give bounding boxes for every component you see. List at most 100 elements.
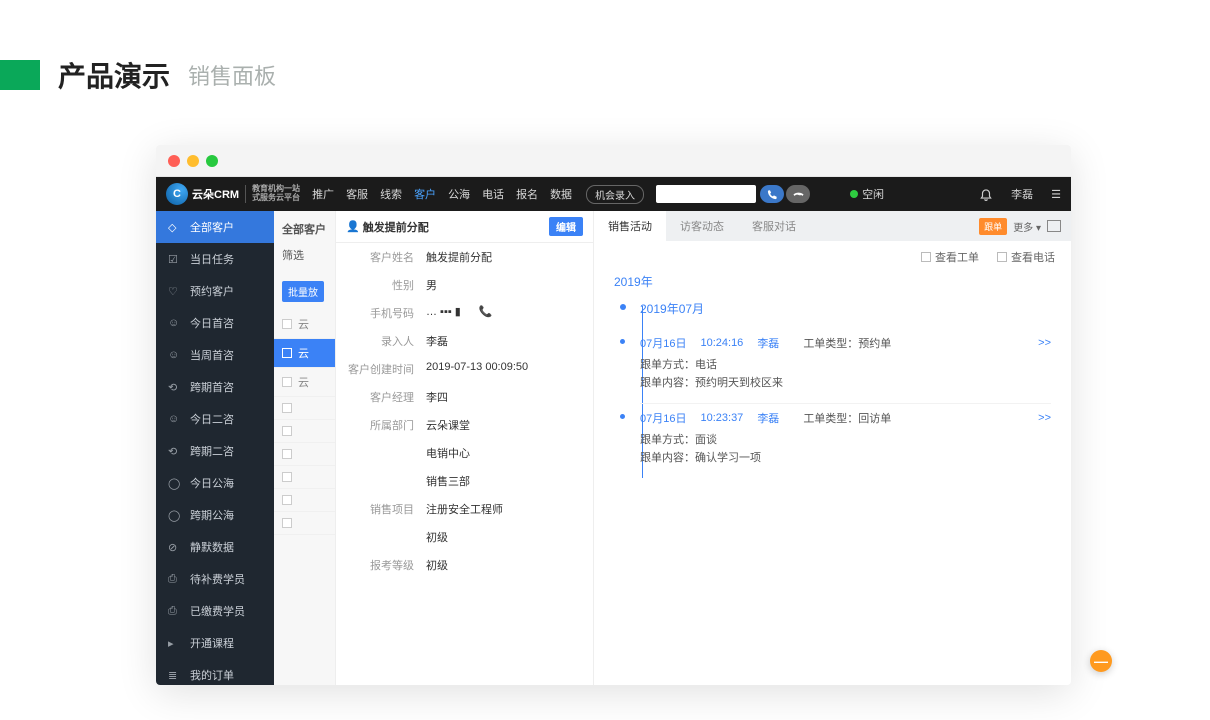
detail-field: 客户经理李四 bbox=[336, 383, 593, 411]
timeline: 2019年 2019年07月 07月16日10:24:16李磊工单类型：预约单>… bbox=[594, 273, 1071, 478]
user-menu-icon[interactable]: ☰ bbox=[1051, 188, 1061, 201]
detail-title: 触发提前分配 bbox=[363, 219, 429, 235]
edit-button[interactable]: 编辑 bbox=[549, 217, 583, 236]
filter-label: 筛选 bbox=[274, 247, 335, 273]
field-label bbox=[348, 529, 426, 545]
entry-content: 跟单内容：确认学习一项 bbox=[640, 448, 1051, 466]
layout-icon[interactable] bbox=[1047, 220, 1061, 232]
sidebar-item[interactable]: ◯今日公海 bbox=[156, 467, 274, 499]
sidebar-item[interactable]: ⊘静默数据 bbox=[156, 531, 274, 563]
list-title: 全部客户 bbox=[274, 211, 335, 247]
bulk-tag[interactable]: 批量放 bbox=[282, 281, 324, 302]
entry-method: 跟单方式：电话 bbox=[640, 355, 1051, 373]
list-item[interactable]: 云 bbox=[274, 310, 335, 339]
sidebar-icon: ☺ bbox=[168, 413, 180, 425]
topnav-item[interactable]: 数据 bbox=[550, 186, 572, 202]
field-label bbox=[348, 473, 426, 489]
checkbox[interactable] bbox=[282, 449, 292, 459]
topnav-item[interactable]: 客服 bbox=[346, 186, 368, 202]
field-value: 销售三部 bbox=[426, 473, 581, 489]
fab-button[interactable]: — bbox=[1090, 650, 1112, 672]
field-value: 初级 bbox=[426, 529, 581, 545]
field-value: 初级 bbox=[426, 557, 581, 573]
sidebar-item[interactable]: ⟲跨期二咨 bbox=[156, 435, 274, 467]
sidebar-item[interactable]: ▸开通课程 bbox=[156, 627, 274, 659]
sidebar-item[interactable]: ☺今日二咨 bbox=[156, 403, 274, 435]
entry-time: 10:24:16 bbox=[700, 337, 743, 349]
entry-user: 李磊 bbox=[757, 335, 779, 351]
expand-icon[interactable]: >> bbox=[1038, 412, 1051, 424]
sidebar-item[interactable]: ☺今日首咨 bbox=[156, 307, 274, 339]
checkbox[interactable] bbox=[282, 377, 292, 387]
more-menu[interactable]: 更多 ▾ bbox=[1013, 219, 1041, 234]
sidebar-item[interactable]: ☑当日任务 bbox=[156, 243, 274, 275]
entry-type: 工单类型：回访单 bbox=[803, 410, 891, 426]
call-button[interactable] bbox=[760, 185, 784, 203]
sidebar-icon: ◯ bbox=[168, 477, 180, 489]
sidebar-label: 静默数据 bbox=[190, 539, 234, 555]
hangup-button[interactable] bbox=[786, 185, 810, 203]
detail-field: 录入人李磊 bbox=[336, 327, 593, 355]
list-item[interactable] bbox=[274, 512, 335, 535]
tab[interactable]: 访客动态 bbox=[666, 211, 738, 241]
checkbox[interactable] bbox=[282, 319, 292, 329]
status-dot-icon bbox=[850, 190, 858, 198]
detail-field: 性别男 bbox=[336, 271, 593, 299]
topnav-item[interactable]: 报名 bbox=[516, 186, 538, 202]
list-item[interactable] bbox=[274, 443, 335, 466]
topnav-item[interactable]: 电话 bbox=[482, 186, 504, 202]
opportunity-button[interactable]: 机会录入 bbox=[586, 185, 644, 204]
logo[interactable]: C 云朵CRM 教育机构一站式服务云平台 bbox=[166, 183, 300, 205]
expand-icon[interactable]: >> bbox=[1038, 337, 1051, 349]
field-label: 客户姓名 bbox=[348, 249, 426, 265]
checkbox[interactable] bbox=[282, 472, 292, 482]
follow-badge[interactable]: 跟单 bbox=[979, 218, 1007, 235]
sidebar-item[interactable]: ☺当周首咨 bbox=[156, 339, 274, 371]
detail-field: 报考等级初级 bbox=[336, 551, 593, 579]
sidebar-item[interactable]: ◯跨期公海 bbox=[156, 499, 274, 531]
list-item[interactable] bbox=[274, 420, 335, 443]
list-item[interactable]: 云 bbox=[274, 368, 335, 397]
topnav-item[interactable]: 推广 bbox=[312, 186, 334, 202]
field-value: 李磊 bbox=[426, 333, 581, 349]
sidebar-item[interactable]: ≣我的订单 bbox=[156, 659, 274, 685]
checkbox[interactable] bbox=[282, 518, 292, 528]
status-text: 空闲 bbox=[862, 186, 884, 202]
filter-checkbox[interactable]: 查看电话 bbox=[997, 249, 1055, 265]
filter-checkbox[interactable]: 查看工单 bbox=[921, 249, 979, 265]
list-item[interactable] bbox=[274, 397, 335, 420]
checkbox[interactable] bbox=[282, 426, 292, 436]
tab[interactable]: 客服对话 bbox=[738, 211, 810, 241]
close-icon[interactable] bbox=[168, 155, 180, 167]
sidebar-icon: ⟲ bbox=[168, 445, 180, 457]
field-value: 触发提前分配 bbox=[426, 249, 581, 265]
detail-field: 手机号码… ▪▪▪ ▮📞 bbox=[336, 299, 593, 327]
call-icon[interactable]: 📞 bbox=[479, 306, 493, 318]
topnav-item[interactable]: 线索 bbox=[380, 186, 402, 202]
sidebar-item[interactable]: ⎙ 待补费学员 bbox=[156, 563, 274, 595]
bell-icon[interactable] bbox=[979, 187, 993, 201]
checkbox[interactable] bbox=[282, 403, 292, 413]
sidebar-item[interactable]: ⎙已缴费学员 bbox=[156, 595, 274, 627]
topnav-item[interactable]: 公海 bbox=[448, 186, 470, 202]
checkbox[interactable] bbox=[282, 348, 292, 358]
minimize-icon[interactable] bbox=[187, 155, 199, 167]
list-item[interactable]: 云 bbox=[274, 339, 335, 368]
slide-header: 产品演示 销售面板 bbox=[0, 0, 1210, 95]
list-item[interactable] bbox=[274, 489, 335, 512]
sidebar-item[interactable]: ⟲跨期首咨 bbox=[156, 371, 274, 403]
topnav-item[interactable]: 客户 bbox=[414, 186, 436, 202]
list-item[interactable] bbox=[274, 466, 335, 489]
sidebar-item[interactable]: ♡预约客户 bbox=[156, 275, 274, 307]
field-label: 录入人 bbox=[348, 333, 426, 349]
sidebar-label: 待补费学员 bbox=[190, 571, 245, 587]
sidebar-item[interactable]: ◇全部客户 bbox=[156, 211, 274, 243]
checkbox[interactable] bbox=[282, 495, 292, 505]
sidebar-icon: ⎙ bbox=[168, 573, 180, 585]
tab[interactable]: 销售活动 bbox=[594, 211, 666, 241]
search-input[interactable] bbox=[656, 185, 756, 203]
username[interactable]: 李磊 bbox=[1011, 186, 1033, 202]
logo-subtitle: 教育机构一站式服务云平台 bbox=[245, 185, 300, 203]
maximize-icon[interactable] bbox=[206, 155, 218, 167]
detail-field: 销售三部 bbox=[336, 467, 593, 495]
